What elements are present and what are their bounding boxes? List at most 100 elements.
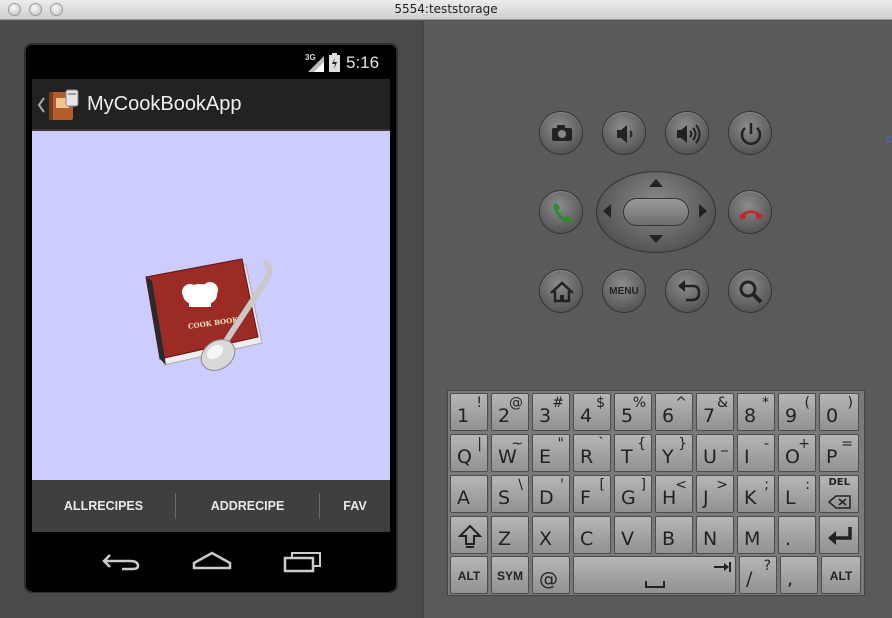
slash-key[interactable]: /? (739, 556, 777, 594)
tab-addrecipe[interactable]: ADDRECIPE (176, 480, 319, 532)
recents-icon[interactable] (282, 550, 324, 574)
key-2[interactable]: 2 @ (491, 393, 529, 431)
key-6[interactable]: 6 ^ (655, 393, 693, 431)
dpad-up-icon[interactable] (647, 177, 665, 189)
key-g[interactable]: G] (614, 475, 652, 513)
back-hardware-button[interactable] (665, 269, 709, 313)
key-sublabel: + (798, 436, 810, 452)
key-sublabel: % (632, 395, 646, 411)
key-sublabel: ! (476, 395, 482, 411)
key-r[interactable]: R ` (573, 434, 611, 472)
key-w[interactable]: W ~ (491, 434, 529, 472)
at-key[interactable]: @ (532, 556, 570, 594)
space-key[interactable] (573, 556, 736, 594)
alt-right-key[interactable]: ALT (821, 556, 861, 594)
key-b[interactable]: B (655, 516, 693, 554)
key-a[interactable]: A (450, 475, 488, 513)
window-titlebar: 5554:teststorage (0, 0, 892, 20)
key-d[interactable]: D ' (532, 475, 570, 513)
key-sublabel: @ (509, 395, 523, 411)
sym-key[interactable]: SYM (491, 556, 529, 594)
app-title: MyCookBookApp (87, 93, 242, 115)
key-label: 8 (744, 405, 757, 427)
zoom-window-button[interactable] (50, 3, 63, 16)
key-label: 9 (785, 405, 798, 427)
key-label: E (539, 446, 552, 468)
key-f[interactable]: F[ (573, 475, 611, 513)
close-window-button[interactable] (8, 3, 21, 16)
home-hardware-button[interactable] (539, 269, 583, 313)
key-z[interactable]: Z (491, 516, 529, 554)
key-3[interactable]: 3 # (532, 393, 570, 431)
volume-up-button[interactable] (665, 111, 709, 155)
key-l[interactable]: L: (778, 475, 816, 513)
key-label: Y (662, 446, 674, 468)
hardware-keyboard: ALT SYM @ /? , ALT 1! 2 @3 #4 $5% 6 ^ 7 & 8 * 9(0) Q… (447, 390, 865, 596)
key-shift[interactable] (450, 516, 488, 554)
key-label: I (744, 446, 750, 468)
key-7[interactable]: 7 & (696, 393, 734, 431)
slash-label: / (746, 568, 753, 590)
tab-fav[interactable]: FAV (320, 480, 390, 532)
call-icon (553, 203, 573, 223)
key-del[interactable]: DEL (819, 475, 859, 513)
key-enter[interactable] (819, 516, 859, 554)
key-k[interactable]: K; (737, 475, 775, 513)
key-m[interactable]: M (737, 516, 775, 554)
key-period[interactable]: . (778, 516, 816, 554)
del-icon (828, 495, 851, 509)
key-c[interactable]: C (573, 516, 611, 554)
action-bar: MyCookBookApp (32, 79, 390, 131)
back-icon[interactable] (100, 550, 142, 572)
key-y[interactable]: Y} (655, 434, 693, 472)
up-navigation-button[interactable] (35, 89, 85, 123)
alt-right-label: ALT (829, 569, 853, 583)
key-0[interactable]: 0) (819, 393, 859, 431)
key-sublabel: > (716, 477, 728, 493)
key-v[interactable]: V (614, 516, 652, 554)
dpad-down-icon[interactable] (647, 233, 665, 245)
signal-icon (308, 56, 324, 72)
key-n[interactable]: N (696, 516, 734, 554)
key-sublabel: " (557, 436, 564, 452)
dpad-left-icon[interactable] (601, 202, 613, 220)
key-e[interactable]: E " (532, 434, 570, 472)
menu-button[interactable]: MENU (602, 269, 646, 313)
sym-label: SYM (496, 569, 523, 583)
home-icon[interactable] (190, 550, 234, 572)
key-t[interactable]: T{ (614, 434, 652, 472)
camera-button[interactable] (539, 111, 583, 155)
comma-label: , (787, 568, 794, 590)
key-label: V (621, 528, 634, 550)
key-q[interactable]: Q | (450, 434, 488, 472)
key-s[interactable]: S \ (491, 475, 529, 513)
dpad-center-button[interactable] (623, 198, 689, 226)
volume-down-button[interactable] (602, 111, 646, 155)
comma-key[interactable]: , (780, 556, 818, 594)
key-j[interactable]: J > (696, 475, 734, 513)
at-label: @ (539, 568, 558, 590)
call-button[interactable] (539, 190, 583, 234)
key-u[interactable]: U _ (696, 434, 734, 472)
key-8[interactable]: 8 * (737, 393, 775, 431)
minimize-window-button[interactable] (29, 3, 42, 16)
search-button[interactable] (728, 269, 772, 313)
key-sublabel: ~ (511, 436, 523, 452)
alt-left-key[interactable]: ALT (450, 556, 488, 594)
key-1[interactable]: 1! (450, 393, 488, 431)
key-4[interactable]: 4 $ (573, 393, 611, 431)
key-sublabel: : (805, 477, 810, 493)
key-i[interactable]: I- (737, 434, 775, 472)
dpad-right-icon[interactable] (697, 202, 709, 220)
key-5[interactable]: 5% (614, 393, 652, 431)
key-o[interactable]: O + (778, 434, 816, 472)
key-sublabel: [ (599, 477, 605, 493)
key-9[interactable]: 9( (778, 393, 816, 431)
key-x[interactable]: X (532, 516, 570, 554)
end-call-button[interactable] (728, 190, 772, 234)
key-label: 5 (621, 405, 634, 427)
power-button[interactable] (728, 111, 772, 155)
tab-allrecipes[interactable]: ALLRECIPES (32, 480, 175, 532)
key-p[interactable]: P = (819, 434, 859, 472)
key-h[interactable]: H < (655, 475, 693, 513)
